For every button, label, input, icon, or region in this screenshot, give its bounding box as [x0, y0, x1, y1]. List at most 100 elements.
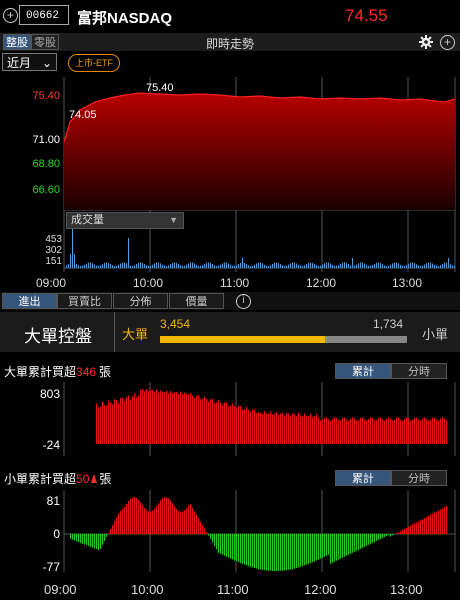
tab-odd-lot[interactable]: 零股	[31, 34, 59, 50]
small-cum-bar-up	[142, 505, 144, 534]
large-cum-bar	[192, 395, 194, 444]
large-cum-bar	[116, 400, 118, 444]
large-tab-per-minute[interactable]: 分時	[391, 363, 447, 379]
large-cum-bar	[120, 398, 122, 444]
large-tab-cumulative[interactable]: 累計	[335, 363, 391, 379]
small-cum-bar-down	[280, 534, 282, 571]
large-cum-bar	[290, 416, 292, 444]
large-cum-bar	[178, 394, 180, 444]
small-cum-bar-up	[124, 506, 126, 534]
y-tick-volume-3: 151	[45, 256, 62, 267]
small-cum-bar-down	[248, 534, 250, 567]
small-cum-bar-down	[322, 534, 324, 558]
large-cum-bar	[412, 419, 414, 444]
small-cum-bar-down	[92, 534, 94, 548]
large-cum-bar	[432, 417, 434, 444]
tab-price-volume[interactable]: 價量	[169, 293, 224, 309]
volume-bar	[66, 265, 67, 268]
volume-bar	[310, 262, 311, 268]
small-cum-bar-down	[90, 534, 92, 547]
volume-bar	[322, 264, 323, 268]
small-cum-bar-up	[162, 498, 164, 534]
large-cum-bar	[134, 393, 136, 444]
large-cum-bar	[300, 415, 302, 444]
large-cum-bar	[424, 417, 426, 444]
small-cum-bar-up	[402, 529, 404, 534]
small-tab-per-minute[interactable]: 分時	[391, 470, 447, 486]
small-cum-bar-down	[364, 534, 366, 547]
volume-bar	[154, 263, 155, 268]
volume-bar	[202, 265, 203, 268]
small-cum-bar-up	[174, 506, 176, 534]
small-cum-bar-down	[300, 534, 302, 567]
small-cum-bar-down	[356, 534, 358, 551]
volume-bar	[224, 262, 225, 268]
volume-bar	[140, 262, 141, 268]
large-cum-bar	[396, 417, 398, 444]
add-panel-icon[interactable]: +	[440, 35, 455, 50]
volume-indicator-select[interactable]: 成交量 ▼	[66, 212, 184, 229]
volume-bar	[222, 263, 223, 268]
small-cum-bar-up	[396, 533, 398, 534]
large-cum-bar	[208, 401, 210, 444]
stock-code-input[interactable]: 00662	[19, 5, 69, 25]
large-cum-bar	[422, 418, 424, 444]
volume-bar	[76, 263, 77, 268]
large-cum-bar	[174, 392, 176, 444]
small-tab-cumulative[interactable]: 累計	[335, 470, 391, 486]
large-cum-bar	[282, 412, 284, 444]
large-cum-bar	[138, 395, 140, 444]
small-cum-bar-down	[366, 534, 368, 546]
small-cum-bar-down	[380, 534, 382, 539]
small-cum-bar-down	[86, 534, 88, 546]
volume-bar	[122, 262, 123, 268]
large-cum-bar	[324, 417, 326, 444]
volume-bar	[388, 265, 389, 268]
volume-bar	[138, 262, 139, 268]
add-circle-icon[interactable]: +	[3, 8, 18, 23]
volume-bar	[296, 263, 297, 268]
large-cum-bar	[280, 413, 282, 444]
large-cum-bar	[236, 408, 238, 444]
volume-bar	[252, 265, 253, 268]
tab-in-out[interactable]: 進出	[2, 293, 57, 309]
volume-bar	[110, 263, 111, 268]
large-cum-bar	[194, 398, 196, 444]
volume-bar	[396, 262, 397, 268]
gear-icon[interactable]	[418, 34, 434, 50]
small-cum-bar-up	[408, 526, 410, 534]
tab-buy-sell-ratio[interactable]: 買賣比	[57, 293, 112, 309]
bottom-time-tick-5: 13:00	[390, 582, 423, 597]
small-cum-bar-up	[112, 525, 114, 534]
small-cum-bar-down	[72, 534, 74, 540]
small-cum-bar-down	[352, 534, 354, 553]
big-order-value: 3,454	[160, 317, 191, 331]
volume-bar	[348, 264, 349, 268]
small-cum-bar-up	[432, 513, 434, 534]
large-cum-bar	[258, 412, 260, 444]
large-cum-bar	[442, 417, 444, 444]
volume-bar	[408, 263, 409, 268]
large-cum-bar	[350, 418, 352, 444]
large-cum-bar	[262, 414, 264, 444]
volume-bar	[288, 264, 289, 268]
small-cum-bar-down	[334, 534, 336, 562]
volume-bar	[450, 264, 451, 268]
volume-bar	[412, 262, 413, 268]
market-type-badge: 上市-ETF	[68, 54, 120, 72]
small-cum-bar-down	[246, 534, 248, 566]
small-cum-bar-up	[444, 507, 446, 534]
tab-distribution[interactable]: 分佈	[113, 293, 168, 309]
period-select[interactable]: 近月 ⌄	[2, 53, 57, 71]
info-icon[interactable]: i	[236, 294, 251, 309]
small-cum-bar-down	[262, 534, 264, 570]
volume-bar	[336, 265, 337, 268]
small-cum-bar-down	[354, 534, 356, 552]
small-cum-bar-up	[438, 510, 440, 534]
tab-full-lot[interactable]: 整股	[3, 34, 31, 50]
large-cum-bar	[212, 398, 214, 444]
large-cum-bar	[244, 409, 246, 444]
small-cum-bar-down	[256, 534, 258, 569]
small-cum-bar-down	[390, 534, 392, 537]
small-cum-bar-down	[214, 534, 216, 546]
